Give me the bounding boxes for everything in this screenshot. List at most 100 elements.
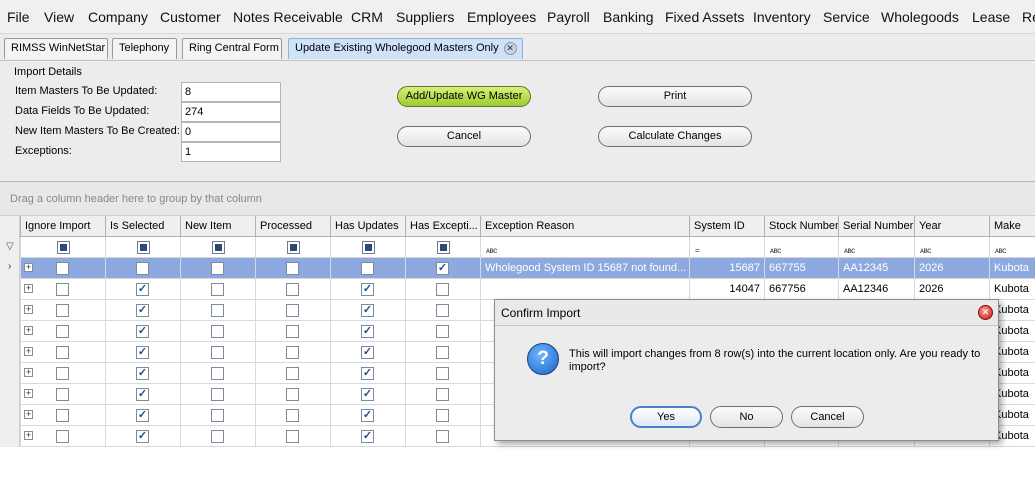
checkbox-unchecked[interactable] (211, 346, 224, 359)
checkbox-unchecked[interactable] (286, 304, 299, 317)
cancel-button[interactable]: Cancel (397, 126, 531, 147)
cell-make[interactable]: Kubota (989, 279, 1035, 300)
menu-lease[interactable]: Lease (972, 9, 1010, 25)
filter-cell-stock-number[interactable]: ᴀʙᴄ (764, 237, 838, 258)
column-header-ignore-import[interactable]: Ignore Import (20, 216, 105, 237)
cell-exception-reason[interactable] (480, 279, 689, 300)
calculate-changes-button[interactable]: Calculate Changes (598, 126, 752, 147)
checkbox-unchecked[interactable] (56, 325, 69, 338)
filter-cell-exception-reason[interactable]: ᴀʙᴄ (480, 237, 689, 258)
row-header[interactable] (0, 342, 20, 363)
item-masters-updated-field[interactable]: 8 (181, 82, 281, 102)
filter-cell-has-updates[interactable] (330, 237, 405, 258)
cell-make[interactable]: Kubota (989, 258, 1035, 279)
column-header-processed[interactable]: Processed (255, 216, 330, 237)
print-button[interactable]: Print (598, 86, 752, 107)
row-header[interactable] (0, 279, 20, 300)
table-row[interactable]: › + ✓ Wholegood System ID 15687 not found..… (0, 258, 1035, 279)
checkbox-checked[interactable]: ✓ (136, 430, 149, 443)
checkbox-checked[interactable]: ✓ (136, 409, 149, 422)
checkbox-unchecked[interactable] (436, 346, 449, 359)
menu-view[interactable]: View (44, 9, 74, 25)
menu-service[interactable]: Service (823, 9, 870, 25)
checkbox-unchecked[interactable] (361, 262, 374, 275)
checkbox-unchecked[interactable] (211, 283, 224, 296)
filter-checkbox-icon[interactable] (137, 241, 150, 254)
dialog-close-icon[interactable]: ✕ (978, 305, 993, 320)
checkbox-checked[interactable]: ✓ (136, 304, 149, 317)
menu-company[interactable]: Company (88, 9, 148, 25)
column-header-system-id[interactable]: System ID (689, 216, 764, 237)
filter-text-icon[interactable]: ᴀʙᴄ (486, 241, 497, 258)
checkbox-unchecked[interactable] (56, 304, 69, 317)
menu-notes-receivable[interactable]: Notes Receivable (233, 9, 343, 25)
menu-payroll[interactable]: Payroll (547, 9, 590, 25)
checkbox-checked[interactable]: ✓ (361, 304, 374, 317)
column-header-stock-number[interactable]: Stock Number (764, 216, 838, 237)
checkbox-unchecked[interactable] (211, 430, 224, 443)
filter-cell-ignore-import[interactable] (20, 237, 105, 258)
column-header-has-updates[interactable]: Has Updates (330, 216, 405, 237)
menu-employees[interactable]: Employees (467, 9, 536, 25)
checkbox-checked[interactable]: ✓ (136, 346, 149, 359)
column-header-has-exception[interactable]: Has Excepti... (405, 216, 480, 237)
checkbox-checked[interactable]: ✓ (361, 430, 374, 443)
column-header-exception-reason[interactable]: Exception Reason (480, 216, 689, 237)
checkbox-checked[interactable]: ✓ (436, 262, 449, 275)
filter-checkbox-icon[interactable] (437, 241, 450, 254)
filter-cell-serial-number[interactable]: ᴀʙᴄ (838, 237, 914, 258)
checkbox-unchecked[interactable] (286, 367, 299, 380)
cell-year[interactable]: 2026 (914, 258, 989, 279)
checkbox-unchecked[interactable] (286, 346, 299, 359)
column-header-serial-number[interactable]: Serial Number (838, 216, 914, 237)
checkbox-unchecked[interactable] (286, 283, 299, 296)
filter-cell-is-selected[interactable] (105, 237, 180, 258)
row-header[interactable] (0, 426, 20, 447)
checkbox-unchecked[interactable] (56, 388, 69, 401)
menu-crm[interactable]: CRM (351, 9, 383, 25)
column-header-make[interactable]: Make (989, 216, 1035, 237)
checkbox-unchecked[interactable] (211, 325, 224, 338)
row-header[interactable] (0, 405, 20, 426)
table-row[interactable]: + ✓ ✓ 14047 667756 AA12346 2026 Kubota (0, 279, 1035, 300)
checkbox-unchecked[interactable] (211, 409, 224, 422)
cell-serial-number[interactable]: AA12345 (838, 258, 914, 279)
tab-rimss-winnetstar[interactable]: RIMSS WinNetStar (4, 38, 108, 59)
checkbox-checked[interactable]: ✓ (361, 346, 374, 359)
column-header-new-item[interactable]: New Item (180, 216, 255, 237)
checkbox-unchecked[interactable] (286, 430, 299, 443)
checkbox-checked[interactable]: ✓ (136, 367, 149, 380)
cell-serial-number[interactable]: AA12346 (838, 279, 914, 300)
row-header[interactable]: › (0, 258, 20, 279)
filter-cell-year[interactable]: ᴀʙᴄ (914, 237, 989, 258)
data-fields-updated-field[interactable]: 274 (181, 102, 281, 122)
checkbox-unchecked[interactable] (286, 388, 299, 401)
checkbox-unchecked[interactable] (56, 409, 69, 422)
row-header[interactable] (0, 384, 20, 405)
checkbox-unchecked[interactable] (436, 430, 449, 443)
dialog-no-button[interactable]: No (710, 406, 783, 428)
cell-system-id[interactable]: 14047 (689, 279, 764, 300)
column-header-is-selected[interactable]: Is Selected (105, 216, 180, 237)
menu-file[interactable]: File (7, 9, 30, 25)
checkbox-checked[interactable]: ✓ (361, 367, 374, 380)
filter-checkbox-icon[interactable] (287, 241, 300, 254)
filter-checkbox-icon[interactable] (212, 241, 225, 254)
filter-text-icon[interactable]: ᴀʙᴄ (844, 241, 855, 258)
cell-year[interactable]: 2026 (914, 279, 989, 300)
checkbox-checked[interactable]: ✓ (136, 388, 149, 401)
filter-icon[interactable]: ▽ (6, 241, 14, 252)
filter-cell-system-id[interactable]: = (689, 237, 764, 258)
tab-ring-central-form[interactable]: Ring Central Form (182, 38, 282, 59)
checkbox-unchecked[interactable] (436, 388, 449, 401)
menu-inventory[interactable]: Inventory (753, 9, 811, 25)
row-header[interactable] (0, 363, 20, 384)
dialog-cancel-button[interactable]: Cancel (791, 406, 864, 428)
menu-suppliers[interactable]: Suppliers (396, 9, 454, 25)
checkbox-unchecked[interactable] (286, 262, 299, 275)
filter-equals-icon[interactable]: = (695, 241, 700, 258)
cell-exception-reason[interactable]: Wholegood System ID 15687 not found... (480, 258, 689, 279)
checkbox-unchecked[interactable] (56, 346, 69, 359)
filter-cell-has-exception[interactable] (405, 237, 480, 258)
add-update-wg-master-button[interactable]: Add/Update WG Master (397, 86, 531, 107)
